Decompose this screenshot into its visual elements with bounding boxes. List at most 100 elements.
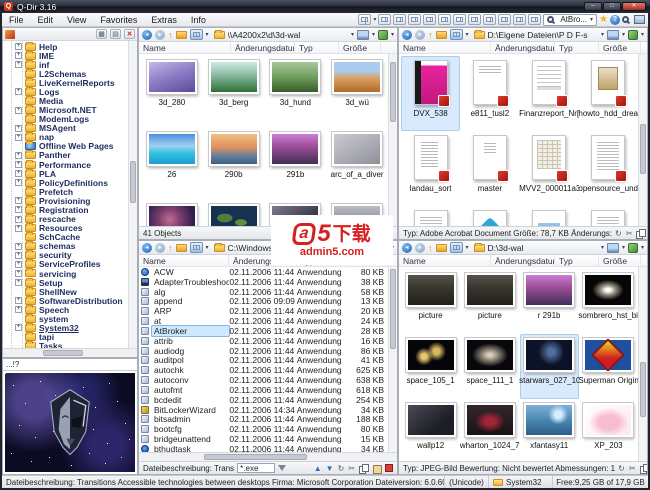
chevron-down-icon[interactable]: ▾ xyxy=(351,30,354,40)
address-bar[interactable]: D:\Eigene Dateien\P D F-s ▾ xyxy=(472,29,604,40)
tree-page-button[interactable]: ▤ xyxy=(110,29,121,39)
cut-icon[interactable]: ✂ xyxy=(626,229,633,238)
column-name[interactable]: Name xyxy=(399,255,491,266)
copy-icon[interactable] xyxy=(636,228,647,239)
tree-item[interactable]: + tapi xyxy=(3,332,137,342)
file-thumbnail-item[interactable]: 3d_hund xyxy=(265,56,327,128)
file-thumbnail-item[interactable]: wharton_1024_768... xyxy=(460,399,520,461)
menu-item[interactable]: Info xyxy=(184,15,213,25)
pane-favorites-icon[interactable] xyxy=(377,29,388,40)
file-row[interactable]: alg 02.11.2006 11:44 Anwendung 58 KB xyxy=(139,287,388,297)
forward-icon[interactable]: ▸ xyxy=(415,29,425,40)
tree-item[interactable]: + LiveKernelReports xyxy=(3,77,137,88)
column-type[interactable]: Typ xyxy=(295,42,339,53)
expand-toggle-icon[interactable]: + xyxy=(15,88,22,96)
pdf-thumbnail-item[interactable]: howto_hdd_drea... xyxy=(578,56,638,131)
column-size[interactable]: Größe xyxy=(599,42,641,53)
layout-preset-button[interactable] xyxy=(393,14,407,25)
back-icon[interactable]: ◂ xyxy=(142,242,152,253)
scrollbar-thumb[interactable] xyxy=(640,124,646,174)
back-icon[interactable]: ◂ xyxy=(402,29,412,40)
layout-preset-button[interactable] xyxy=(528,14,542,25)
pdf-thumbnail-item[interactable]: master xyxy=(460,131,519,206)
tree-grid-button[interactable]: ▦ xyxy=(96,29,107,39)
pdf-thumbnail-item[interactable]: e811_tusl2 xyxy=(460,56,519,131)
file-thumbnail-item[interactable]: 3d_280 xyxy=(141,56,203,128)
file-thumbnail-item[interactable]: 3d_wü xyxy=(326,56,388,128)
search-icon[interactable] xyxy=(622,16,629,23)
file-row[interactable]: append 02.11.2006 09:09 Anwendung 13 KB xyxy=(139,296,388,306)
chevron-down-icon[interactable]: ▾ xyxy=(373,15,376,25)
file-row[interactable]: AtBroker 02.11.2006 11:44 Anwendung 28 K… xyxy=(139,325,388,336)
pane-favorites-icon[interactable] xyxy=(627,29,638,40)
expand-toggle-icon[interactable]: + xyxy=(15,306,22,314)
file-thumbnail-item[interactable]: XP_203 xyxy=(579,399,638,461)
expand-toggle-icon[interactable]: + xyxy=(15,242,22,250)
chevron-down-icon[interactable]: ▾ xyxy=(206,243,209,253)
menu-item[interactable]: Extras xyxy=(144,15,184,25)
file-thumbnail-item[interactable]: r 291b xyxy=(520,269,579,334)
chevron-down-icon[interactable]: ▾ xyxy=(622,243,625,253)
tree-item[interactable]: + Speech xyxy=(3,304,137,315)
expand-toggle-icon[interactable]: + xyxy=(15,170,22,178)
sort-down-icon[interactable]: ▼ xyxy=(326,464,334,473)
open-folder-icon[interactable] xyxy=(435,243,447,252)
forward-icon[interactable]: ▸ xyxy=(415,242,425,253)
layout-preset-button[interactable] xyxy=(438,14,452,25)
layout-preset-button[interactable] xyxy=(498,14,512,25)
file-thumbnail-item[interactable]: xfantasy11 xyxy=(520,399,579,461)
open-folder-icon[interactable] xyxy=(175,30,187,39)
copy-icon[interactable] xyxy=(639,463,647,474)
file-row[interactable]: bitsadmin 02.11.2006 11:44 Anwendung 188… xyxy=(139,414,388,424)
tree-item[interactable]: + MSAgent xyxy=(3,123,137,133)
window-view-icon[interactable] xyxy=(634,15,645,24)
chevron-down-icon[interactable]: ▾ xyxy=(206,30,209,40)
view-grid-icon[interactable] xyxy=(189,29,203,40)
expand-toggle-icon[interactable]: + xyxy=(15,151,22,159)
file-row[interactable]: bcdedit 02.11.2006 11:44 Anwendung 254 K… xyxy=(139,395,388,405)
column-type[interactable]: Typ xyxy=(555,255,599,266)
chevron-down-icon[interactable]: ▾ xyxy=(601,30,604,40)
file-thumbnail-item[interactable]: space_111_1 xyxy=(460,334,519,399)
forward-icon[interactable]: ▸ xyxy=(155,242,165,253)
pdf-thumbnail-item[interactable]: landau_sort xyxy=(401,131,460,206)
chevron-down-icon[interactable]: ▾ xyxy=(466,30,469,40)
view-grid-icon[interactable] xyxy=(449,29,463,40)
column-name[interactable]: Name xyxy=(139,255,229,266)
file-row[interactable]: ACW 02.11.2006 11:44 Anwendung 80 KB xyxy=(139,267,388,277)
menu-item[interactable]: Edit xyxy=(31,15,61,25)
vertical-scrollbar[interactable] xyxy=(388,267,397,452)
file-row[interactable]: bthudtask 02.11.2006 11:44 Anwendung 34 … xyxy=(139,444,388,452)
pdf-thumbnail-item[interactable] xyxy=(460,206,519,226)
file-row[interactable]: auditpol 02.11.2006 11:44 Anwendung 41 K… xyxy=(139,355,388,365)
view-grid-icon[interactable] xyxy=(189,242,203,253)
file-row[interactable]: autofmt 02.11.2006 11:44 Anwendung 618 K… xyxy=(139,385,388,395)
file-thumbnail-item[interactable]: 291b xyxy=(265,128,327,200)
view-grid-icon[interactable] xyxy=(449,242,463,253)
file-thumbnail-item[interactable] xyxy=(203,200,265,226)
file-row[interactable]: at 02.11.2006 11:44 Anwendung 24 KB xyxy=(139,316,388,326)
column-size[interactable]: Größe xyxy=(339,42,381,53)
column-date[interactable]: Änderungsdatum xyxy=(491,255,555,266)
expand-toggle-icon[interactable]: + xyxy=(15,224,22,232)
file-thumbnail-item[interactable]: picture xyxy=(401,269,460,334)
up-folder-icon[interactable]: ↑ xyxy=(428,30,433,40)
pdf-thumbnail-item[interactable] xyxy=(520,206,579,226)
layout-preset-button[interactable] xyxy=(453,14,467,25)
expand-toggle-icon[interactable]: + xyxy=(15,279,22,287)
view-mode-icon[interactable] xyxy=(606,242,619,253)
tree-item[interactable]: + Logs xyxy=(3,86,137,97)
preview-image[interactable] xyxy=(5,373,135,472)
file-thumbnail-item[interactable]: wallp12 xyxy=(401,399,460,461)
file-row[interactable]: BitLockerWizard 02.11.2006 14:34 Anwendu… xyxy=(139,405,388,415)
address-bar[interactable]: D:\3d-wal ▾ xyxy=(472,242,604,253)
expand-toggle-icon[interactable]: + xyxy=(15,52,22,60)
tree-close-button[interactable]: ✕ xyxy=(124,29,135,39)
file-thumbnail-item[interactable]: sombrero_hst_big xyxy=(578,269,638,334)
file-thumbnail-item[interactable]: 290b xyxy=(203,128,265,200)
expand-toggle-icon[interactable]: + xyxy=(15,206,22,214)
pdf-thumbnail-item[interactable]: Finanzreport_Nr[1... xyxy=(519,56,579,131)
file-row[interactable]: bootcfg 02.11.2006 11:44 Anwendung 80 KB xyxy=(139,424,388,434)
expand-toggle-icon[interactable]: + xyxy=(15,179,22,187)
minimize-button[interactable]: – xyxy=(584,2,602,11)
